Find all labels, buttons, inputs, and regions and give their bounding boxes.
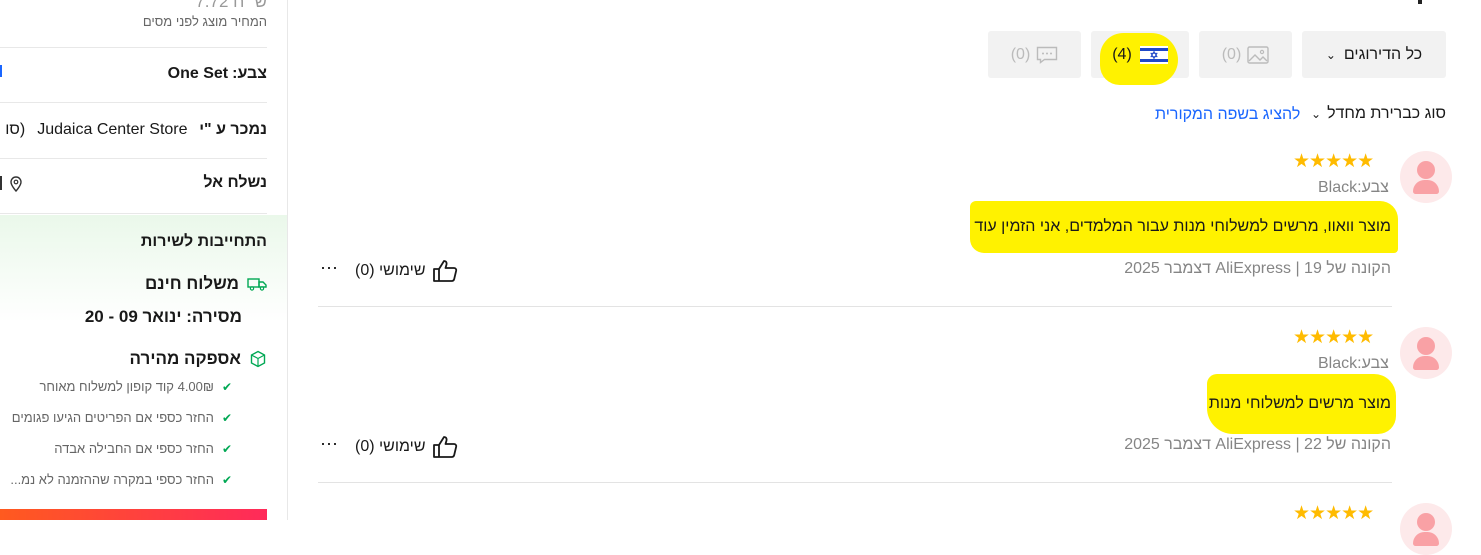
review-text: מוצר וואוו, מרשים למשלוחי מנות עבור המלמ…	[974, 218, 1391, 235]
filter-country-israel[interactable]: (4)	[1091, 31, 1189, 85]
country-count: (4)	[1112, 45, 1132, 63]
guarantee-item: ✔החזר כספי אם החבילה אבדה	[54, 441, 232, 456]
check-icon: ✔	[221, 442, 232, 456]
review-meta: הקונה של AliExpress | 19 דצמבר 2025	[1124, 260, 1391, 277]
service-title: התחייבות לשירות	[140, 233, 267, 250]
guarantee-item: ✔החזר כספי אם הפריטים הגיעו פגומים	[11, 410, 232, 425]
filter-with-photos[interactable]: (0)	[1199, 31, 1292, 78]
free-shipping-label: משלוח חינם	[145, 274, 239, 293]
review-color: צבע:Black	[1318, 179, 1389, 196]
helpful-label: שימושי (0)	[355, 438, 426, 455]
product-side-panel: ש״ח 7.72 המחיר מוצג לפני מסים צבע: One S…	[0, 0, 288, 520]
service-section: התחייבות לשירות משלוח חינם מסירה: ינואר …	[0, 215, 287, 520]
israel-flag-icon	[1139, 45, 1168, 64]
sold-by-label: נמכר ע "י	[199, 121, 267, 138]
helpful-button[interactable]: שימושי (0)	[355, 259, 458, 283]
color-selector-edge[interactable]	[0, 65, 2, 77]
location-pin-icon	[10, 176, 22, 192]
all-ratings-dropdown[interactable]: כל הדירוגים ⌄	[1302, 31, 1446, 78]
review-meta: הקונה של AliExpress | 22 דצמבר 2025	[1124, 436, 1391, 453]
helpful-button[interactable]: שימושי (0)	[355, 435, 458, 459]
avatar	[1400, 151, 1452, 203]
comment-icon	[1037, 46, 1058, 64]
check-icon: ✔	[221, 473, 232, 487]
show-original-language-link[interactable]: להציג בשפה המקורית	[1155, 106, 1300, 124]
guarantee-item: ✔4.00₪ קוד קופון למשלוח מאוחר	[39, 379, 232, 394]
comments-count: (0)	[1010, 45, 1031, 63]
store-extra: (סו	[5, 121, 26, 138]
review-text: מוצר מרשים למשלוחי מנות	[1208, 395, 1391, 412]
delivery-dates: מסירה: ינואר 09 - 20	[84, 307, 242, 326]
star-rating: ★★★★★	[1293, 327, 1374, 348]
truck-icon	[247, 278, 267, 291]
more-options-icon[interactable]: ⋯	[320, 434, 339, 455]
star-rating: ★★★★★	[1293, 151, 1374, 172]
image-icon	[1247, 45, 1269, 64]
check-icon: ✔	[221, 411, 232, 425]
price-text: ש״ח 7.72	[195, 0, 267, 11]
color-value: One Set	[167, 65, 229, 82]
color-row: צבע: One Set	[0, 47, 267, 103]
sold-by-row: נמכר ע "י Judaica Center Store... (סו	[0, 103, 267, 159]
fast-delivery-label: אספקה מהירה	[129, 349, 241, 368]
package-icon	[250, 350, 266, 368]
sort-label: סוג כברירת מחדל	[1327, 105, 1447, 122]
more-options-icon[interactable]: ⋯	[320, 258, 339, 279]
helpful-label: שימושי (0)	[355, 262, 426, 279]
thumbs-up-icon	[432, 436, 457, 458]
all-ratings-label: כל הדירוגים	[1343, 45, 1423, 63]
photo-count: (0)	[1221, 45, 1242, 63]
store-link[interactable]: Judaica Center Store...	[37, 121, 187, 139]
divider	[318, 306, 1392, 307]
guarantee-item: ✔החזר כספי במקרה שההזמנה לא נמ...	[10, 472, 232, 487]
avatar	[1400, 327, 1452, 379]
star-rating: ★★★★★	[1293, 503, 1374, 524]
chevron-down-icon: ⌄	[1325, 47, 1336, 62]
sort-dropdown[interactable]: סוג כברירת מחדל ⌄	[1311, 105, 1446, 123]
check-icon: ✔	[221, 380, 232, 394]
avatar	[1400, 503, 1452, 555]
divider	[318, 482, 1392, 483]
review-color: צבע:Black	[1318, 355, 1389, 372]
ship-to-label: נשלח אל	[203, 174, 267, 191]
chevron-down-icon: ⌄	[1311, 107, 1322, 121]
color-label: צבע:	[232, 65, 267, 82]
ship-to-row: נשלח אל	[0, 158, 267, 214]
price-note: המחיר מוצג לפני מסים	[142, 14, 267, 29]
filter-with-comments[interactable]: (0)	[988, 31, 1081, 78]
thumbs-up-icon	[432, 260, 457, 282]
buy-button-edge[interactable]	[0, 509, 267, 520]
